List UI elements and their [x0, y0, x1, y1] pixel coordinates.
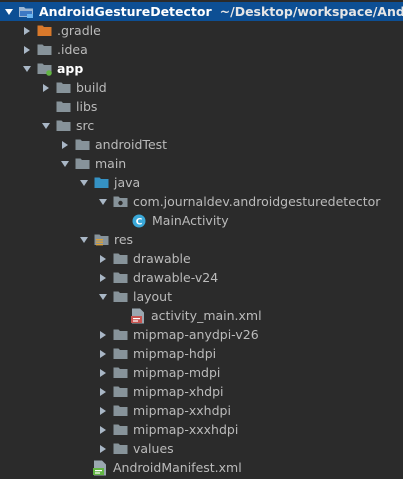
chevron-right-icon[interactable]	[96, 439, 110, 458]
chevron-right-icon[interactable]	[96, 325, 110, 344]
xml-layout-file-icon	[130, 308, 146, 324]
chevron-down-icon[interactable]	[2, 2, 16, 21]
tree-label: libs	[76, 99, 98, 114]
manifest-file-icon	[92, 460, 108, 476]
svg-text:C: C	[136, 217, 143, 227]
chevron-right-icon[interactable]	[96, 344, 110, 363]
folder-icon	[74, 156, 90, 172]
folder-orange-icon	[36, 23, 52, 39]
folder-icon	[112, 384, 128, 400]
folder-icon	[112, 327, 128, 343]
tree-label: mipmap-xhdpi	[133, 384, 224, 399]
tree-label: java	[114, 175, 141, 190]
tree-row-values[interactable]: values	[0, 439, 403, 458]
tree-row-java[interactable]: java	[0, 173, 403, 192]
tree-row-drawable-v24[interactable]: drawable-v24	[0, 268, 403, 287]
tree-row-gradle[interactable]: .gradle	[0, 21, 403, 40]
resource-folder-icon	[93, 232, 109, 248]
folder-icon	[112, 365, 128, 381]
chevron-down-icon[interactable]	[77, 230, 91, 249]
tree-row-main[interactable]: main	[0, 154, 403, 173]
folder-icon	[112, 403, 128, 419]
tree-row-layout[interactable]: layout	[0, 287, 403, 306]
tree-label: build	[76, 80, 107, 95]
chevron-right-icon[interactable]	[58, 135, 72, 154]
tree-label: res	[114, 232, 134, 247]
project-tree: AndroidGestureDetector ~/Desktop/workspa…	[0, 0, 403, 479]
chevron-down-icon[interactable]	[77, 173, 91, 192]
tree-row-activity-main-xml[interactable]: activity_main.xml	[0, 306, 403, 325]
folder-icon	[55, 80, 71, 96]
tree-row-mainactivity[interactable]: C MainActivity	[0, 211, 403, 230]
tree-label: mipmap-xxhdpi	[133, 403, 231, 418]
tree-label: mipmap-hdpi	[133, 346, 217, 361]
module-folder-icon	[36, 61, 52, 77]
tree-label: layout	[133, 289, 173, 304]
tree-label: activity_main.xml	[151, 308, 262, 323]
tree-label: MainActivity	[152, 213, 229, 228]
tree-row-drawable[interactable]: drawable	[0, 249, 403, 268]
tree-row-package[interactable]: com.journaldev.androidgesturedetector	[0, 192, 403, 211]
tree-label: mipmap-xxxhdpi	[133, 422, 239, 437]
project-name: AndroidGestureDetector	[39, 4, 212, 19]
tree-row-mipmap-hdpi[interactable]: mipmap-hdpi	[0, 344, 403, 363]
tree-label: drawable	[133, 251, 191, 266]
tree-row-androidtest[interactable]: androidTest	[0, 135, 403, 154]
tree-label: .gradle	[57, 23, 101, 38]
tree-label: app	[57, 61, 84, 76]
chevron-down-icon[interactable]	[39, 116, 53, 135]
package-icon	[112, 194, 128, 210]
chevron-right-icon[interactable]	[96, 268, 110, 287]
folder-icon	[112, 441, 128, 457]
chevron-right-icon[interactable]	[96, 420, 110, 439]
chevron-right-icon[interactable]	[96, 382, 110, 401]
tree-label: .idea	[57, 42, 88, 57]
tree-row-src[interactable]: src	[0, 116, 403, 135]
folder-icon	[112, 289, 128, 305]
tree-row-libs[interactable]: libs	[0, 97, 403, 116]
tree-label: drawable-v24	[133, 270, 219, 285]
tree-label: src	[76, 118, 95, 133]
project-path: ~/Desktop/workspace/AndroidG	[219, 4, 403, 19]
chevron-right-icon[interactable]	[20, 40, 34, 59]
tree-label: AndroidManifest.xml	[113, 460, 242, 475]
tree-label: com.journaldev.androidgesturedetector	[133, 194, 381, 209]
chevron-down-icon[interactable]	[96, 287, 110, 306]
tree-row-mipmap-xxxhdpi[interactable]: mipmap-xxxhdpi	[0, 420, 403, 439]
tree-row-project-root[interactable]: AndroidGestureDetector ~/Desktop/workspa…	[0, 2, 403, 21]
tree-row-mipmap-xxhdpi[interactable]: mipmap-xxhdpi	[0, 401, 403, 420]
folder-icon	[36, 42, 52, 58]
tree-row-build[interactable]: build	[0, 78, 403, 97]
folder-icon	[112, 346, 128, 362]
chevron-down-icon[interactable]	[58, 154, 72, 173]
tree-row-res[interactable]: res	[0, 230, 403, 249]
folder-icon	[112, 251, 128, 267]
chevron-right-icon[interactable]	[96, 363, 110, 382]
project-folder-icon	[18, 4, 34, 20]
tree-label: values	[133, 441, 174, 456]
folder-icon	[55, 118, 71, 134]
tree-label: mipmap-mdpi	[133, 365, 221, 380]
class-icon: C	[131, 213, 147, 229]
chevron-right-icon[interactable]	[20, 21, 34, 40]
tree-row-mipmap-mdpi[interactable]: mipmap-mdpi	[0, 363, 403, 382]
chevron-right-icon[interactable]	[39, 78, 53, 97]
source-folder-icon	[93, 175, 109, 191]
chevron-down-icon[interactable]	[96, 192, 110, 211]
folder-icon	[55, 99, 71, 115]
tree-row-idea[interactable]: .idea	[0, 40, 403, 59]
chevron-down-icon[interactable]	[20, 59, 34, 78]
tree-row-mipmap-anydpi-v26[interactable]: mipmap-anydpi-v26	[0, 325, 403, 344]
chevron-right-icon[interactable]	[96, 249, 110, 268]
tree-label: androidTest	[95, 137, 168, 152]
folder-icon	[74, 137, 90, 153]
folder-icon	[112, 422, 128, 438]
tree-label: main	[95, 156, 127, 171]
tree-row-mipmap-xhdpi[interactable]: mipmap-xhdpi	[0, 382, 403, 401]
tree-row-app[interactable]: app	[0, 59, 403, 78]
tree-label: mipmap-anydpi-v26	[133, 327, 259, 342]
chevron-right-icon[interactable]	[96, 401, 110, 420]
tree-row-android-manifest[interactable]: AndroidManifest.xml	[0, 458, 403, 477]
folder-icon	[112, 270, 128, 286]
